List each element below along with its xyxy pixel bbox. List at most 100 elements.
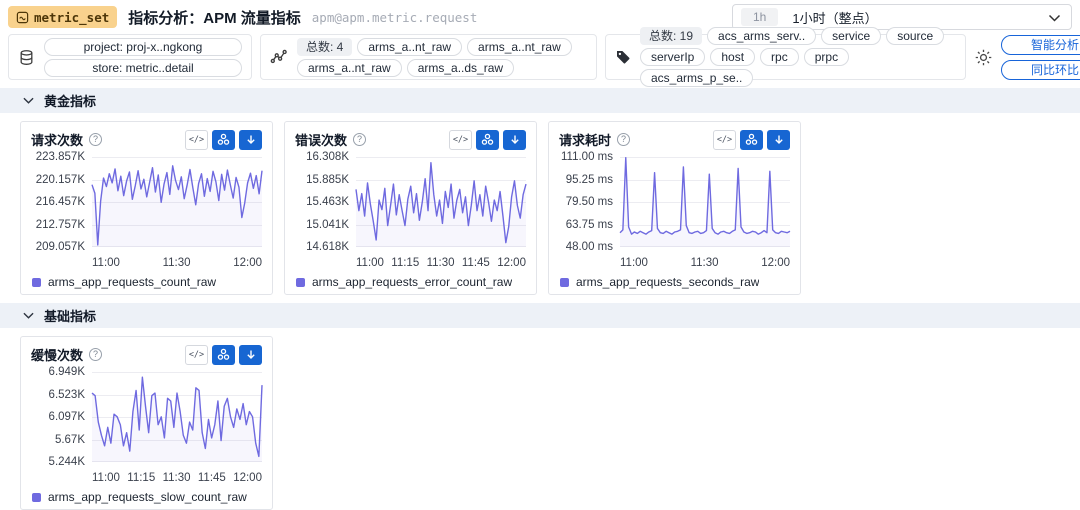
metric-tag[interactable]: arms_a..nt_raw <box>467 38 572 56</box>
section-header-golden[interactable]: 黄金指标 <box>0 88 1080 113</box>
chart-body: 16.308K15.885K15.463K15.041K14.618K <box>295 157 526 255</box>
download-button[interactable] <box>239 345 262 365</box>
drilldown-button[interactable] <box>476 130 499 150</box>
section-header-basic[interactable]: 基础指标 <box>0 303 1080 328</box>
legend[interactable]: arms_app_requests_count_raw <box>31 275 262 289</box>
chart-card-buttons: </> <box>185 130 262 150</box>
store-pill[interactable]: store: metric..detail <box>44 59 242 77</box>
labels-count-chip: 总数: 19 <box>640 27 702 45</box>
metric-tag[interactable]: arms_a..nt_raw <box>357 38 462 56</box>
chart-card-header: 请求耗时 ? </> <box>559 129 790 150</box>
chart-card-header: 错误次数 ? </> <box>295 129 526 150</box>
time-range-value: 1小时（整点） <box>792 8 877 27</box>
help-icon[interactable]: ? <box>89 348 102 361</box>
chart-card-buttons: </> <box>185 345 262 365</box>
y-axis: 111.00 ms95.25 ms79.50 ms63.75 ms48.00 m… <box>559 151 620 253</box>
help-icon[interactable]: ? <box>353 133 366 146</box>
label-tag[interactable]: prpc <box>804 48 849 66</box>
x-tick-label: 11:00 <box>92 257 120 269</box>
label-tag[interactable]: acs_arms_p_se.. <box>640 69 753 87</box>
x-tick-label: 11:15 <box>391 257 419 269</box>
x-tick-label: 11:30 <box>691 257 719 269</box>
plot-area[interactable] <box>92 372 262 462</box>
chart-card: 请求耗时 ? </> <box>548 121 801 295</box>
label-tag[interactable]: source <box>886 27 944 45</box>
pulse-icon <box>270 48 288 66</box>
settings-button[interactable] <box>974 34 993 80</box>
chart-card-header: 缓慢次数 ? </> <box>31 344 262 365</box>
metric-tag[interactable]: arms_a..nt_raw <box>297 59 402 77</box>
time-range-tag: 1h <box>741 8 778 26</box>
y-tick-label: 212.757K <box>31 219 85 231</box>
drilldown-button[interactable] <box>212 130 235 150</box>
y-tick-label: 15.885K <box>295 174 349 186</box>
legend-swatch <box>296 278 305 287</box>
compare-button[interactable]: 同比环比 <box>1001 60 1080 80</box>
plot-area[interactable] <box>620 157 790 247</box>
section-title: 基础指标 <box>44 306 96 325</box>
view-query-button[interactable]: </> <box>713 130 736 150</box>
view-query-button[interactable]: </> <box>185 130 208 150</box>
y-axis: 6.949K6.523K6.097K5.67K5.244K <box>31 366 92 468</box>
database-icon <box>18 49 35 66</box>
x-axis: 11:0011:3012:00 <box>92 257 262 269</box>
legend[interactable]: arms_app_requests_seconds_raw <box>559 275 790 289</box>
chart-card: 缓慢次数 ? </> <box>20 336 273 510</box>
x-tick-label: 12:00 <box>233 257 262 269</box>
metrics-group: 总数: 4 arms_a..nt_raw arms_a..nt_raw arms… <box>260 34 597 80</box>
legend-swatch <box>32 493 41 502</box>
view-query-button[interactable]: </> <box>449 130 472 150</box>
legend[interactable]: arms_app_requests_slow_count_raw <box>31 490 262 504</box>
plot-area[interactable] <box>356 157 526 247</box>
download-button[interactable] <box>503 130 526 150</box>
label-tag[interactable]: rpc <box>760 48 799 66</box>
line-series <box>92 372 262 462</box>
metric-tag[interactable]: arms_a..ds_raw <box>407 59 514 77</box>
drilldown-button[interactable] <box>212 345 235 365</box>
help-icon[interactable]: ? <box>89 133 102 146</box>
y-tick-label: 14.618K <box>295 241 349 253</box>
smart-analysis-button[interactable]: 智能分析 <box>1001 35 1080 55</box>
code-icon: </> <box>189 135 204 145</box>
legend-swatch <box>560 278 569 287</box>
chart-title: 缓慢次数 <box>31 345 83 364</box>
chart-title: 请求耗时 <box>559 130 611 149</box>
label-tag[interactable]: acs_arms_serv.. <box>707 27 816 45</box>
label-tag[interactable]: serverIp <box>640 48 705 66</box>
gear-icon <box>974 48 993 67</box>
line-series <box>356 157 526 247</box>
legend[interactable]: arms_app_requests_error_count_raw <box>295 275 526 289</box>
label-tag[interactable]: service <box>821 27 881 45</box>
x-tick-label: 11:00 <box>620 257 648 269</box>
line-series <box>92 157 262 247</box>
chart-card: 请求次数 ? </> <box>20 121 273 295</box>
tag-icon <box>615 49 631 65</box>
y-tick-label: 223.857K <box>31 151 85 163</box>
chart-card-header: 请求次数 ? </> <box>31 129 262 150</box>
y-tick-label: 6.097K <box>31 411 85 423</box>
x-tick-label: 11:45 <box>198 472 226 484</box>
metric-set-label: metric_set <box>34 10 109 25</box>
y-tick-label: 6.949K <box>31 366 85 378</box>
plot-area[interactable] <box>92 157 262 247</box>
metric-set-badge: metric_set <box>8 6 117 28</box>
label-tag[interactable]: host <box>710 48 755 66</box>
code-icon: </> <box>453 135 468 145</box>
drilldown-button[interactable] <box>740 130 763 150</box>
code-icon: </> <box>189 350 204 360</box>
golden-metrics-row: 请求次数 ? </> <box>0 113 1080 295</box>
project-pill[interactable]: project: proj-x..ngkong <box>44 38 242 56</box>
download-button[interactable] <box>767 130 790 150</box>
x-tick-label: 12:00 <box>497 257 526 269</box>
y-tick-label: 111.00 ms <box>559 151 613 163</box>
chart-title: 错误次数 <box>295 130 347 149</box>
help-icon[interactable]: ? <box>617 133 630 146</box>
y-tick-label: 95.25 ms <box>559 174 613 186</box>
metric-set-icon <box>16 11 29 24</box>
download-button[interactable] <box>239 130 262 150</box>
nodes-icon <box>481 133 494 146</box>
x-tick-label: 12:00 <box>233 472 262 484</box>
x-axis: 11:0011:1511:3011:4512:00 <box>92 472 262 484</box>
view-query-button[interactable]: </> <box>185 345 208 365</box>
download-icon <box>509 134 521 146</box>
